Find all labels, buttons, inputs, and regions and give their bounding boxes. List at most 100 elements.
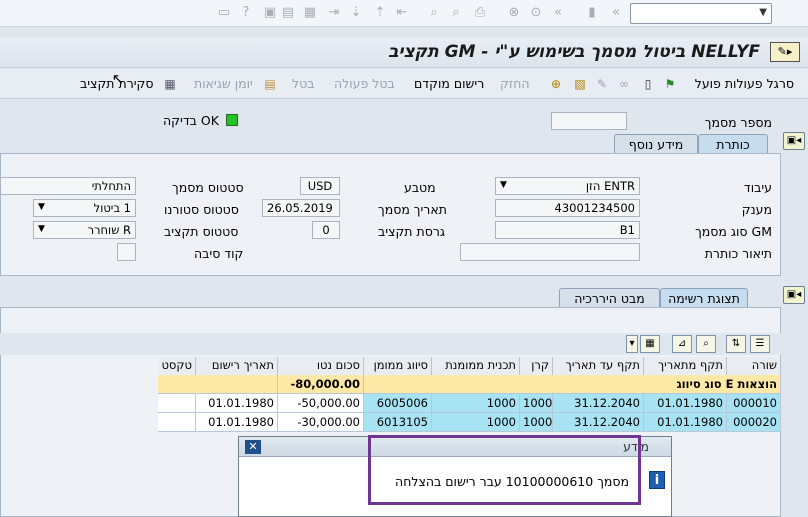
col-sponsored-program[interactable]: תכנית ממומנת bbox=[432, 357, 520, 375]
row1-text[interactable] bbox=[158, 394, 196, 413]
row2-fund[interactable]: 1000 bbox=[520, 413, 553, 432]
budget-status-select[interactable]: R שוחרר ▼ bbox=[33, 221, 136, 239]
mouse-cursor-icon: ↖ bbox=[111, 70, 125, 88]
session-icon[interactable]: ▦ bbox=[302, 5, 318, 21]
tab-additional-info[interactable]: מידע נוסף bbox=[614, 134, 698, 154]
chevron-down-icon[interactable]: ▼ bbox=[500, 180, 507, 190]
find-icon[interactable]: ⌕ bbox=[696, 335, 716, 353]
cancel-icon[interactable]: ⊗ bbox=[506, 5, 522, 21]
chevron-down-icon[interactable]: ▼ bbox=[38, 202, 45, 212]
glasses-icon[interactable]: ∞ bbox=[616, 76, 632, 92]
col-line[interactable]: שורה bbox=[727, 357, 781, 375]
group-fill bbox=[158, 375, 278, 394]
flag-icon[interactable]: ⚑ bbox=[662, 76, 678, 92]
back-icon[interactable]: « bbox=[550, 5, 566, 21]
last-page-icon[interactable]: ⇥ bbox=[326, 5, 342, 21]
first-page-icon[interactable]: ⇤ bbox=[394, 5, 410, 21]
copy-icon[interactable]: ▧ bbox=[572, 76, 588, 92]
prev-page-icon[interactable]: ⇡ bbox=[372, 5, 388, 21]
tab-hierarchy-view[interactable]: מבט היררכיה bbox=[559, 288, 660, 308]
grantor-field[interactable]: 43001234500 bbox=[495, 199, 640, 217]
expand-header-icon[interactable]: ▣◂ bbox=[783, 132, 805, 150]
close-icon[interactable]: ✕ bbox=[245, 440, 261, 454]
row1-line[interactable]: 000010 bbox=[727, 394, 781, 413]
row1-fund[interactable]: 1000 bbox=[520, 394, 553, 413]
row1-from[interactable]: 01.01.1980 bbox=[644, 394, 727, 413]
col-valid-from[interactable]: תקף מתאריך bbox=[644, 357, 727, 375]
row1-amount[interactable]: -50,000.00 bbox=[278, 394, 364, 413]
doc-type-field[interactable]: B1 bbox=[495, 221, 640, 239]
pencil-icon[interactable]: ✎ bbox=[594, 76, 610, 92]
col-net-amount[interactable]: סכום נטו bbox=[278, 357, 364, 375]
filter-icon[interactable]: ⊿ bbox=[672, 335, 692, 353]
row2-to[interactable]: 31.12.2040 bbox=[553, 413, 644, 432]
tab-list-view[interactable]: תצוגת רשימה bbox=[660, 288, 748, 308]
status-ok-icon bbox=[226, 114, 238, 126]
doc-status-field[interactable]: התחלתי bbox=[0, 177, 136, 195]
cancel-button[interactable]: בטל bbox=[292, 76, 314, 91]
col-posting-date[interactable]: תאריך רישום bbox=[196, 357, 278, 375]
layout-icon[interactable]: ▣ bbox=[262, 5, 278, 21]
transaction-icon[interactable]: ✎▸ bbox=[770, 42, 800, 62]
col-valid-to[interactable]: תקף עד תאריך bbox=[553, 357, 644, 375]
park-button[interactable]: רישום מוקדם bbox=[414, 76, 484, 91]
hold-icon[interactable]: ⊕ bbox=[548, 76, 564, 92]
page-title: תקציב GM - ביטול מסמך בשימוש ע"י NELLYF bbox=[388, 42, 760, 62]
doc-date-field[interactable]: 26.05.2019 bbox=[262, 199, 340, 217]
row1-posting[interactable]: 01.01.1980 bbox=[196, 394, 278, 413]
row2-text[interactable] bbox=[158, 413, 196, 432]
doc-type-label: סוג מסמך GM bbox=[695, 224, 772, 239]
window-icon[interactable]: ▤ bbox=[280, 5, 296, 21]
currency-field[interactable]: USD bbox=[300, 177, 340, 195]
row1-class[interactable]: 6005006 bbox=[364, 394, 432, 413]
find-icon[interactable]: ⌕ bbox=[448, 5, 464, 21]
budget-version-field[interactable]: 0 bbox=[312, 221, 340, 239]
header-desc-field[interactable] bbox=[460, 243, 640, 261]
col-sponsored-class[interactable]: סיווג ממומן bbox=[364, 357, 432, 375]
tab-header[interactable]: כותרת bbox=[698, 134, 768, 154]
hold-button[interactable]: החזק bbox=[500, 76, 530, 91]
grid-toolbar: ☰ ⇅ ⌕ ⊿ ▦ ▾ bbox=[0, 333, 781, 355]
undo-action-button[interactable]: בטל פעולה bbox=[334, 76, 395, 91]
print-icon[interactable]: ⎙ bbox=[472, 5, 488, 21]
save-icon[interactable]: ▮ bbox=[584, 5, 600, 21]
col-fund[interactable]: קרן bbox=[520, 357, 553, 375]
detail-icon[interactable]: ☰ bbox=[750, 335, 770, 353]
row1-to[interactable]: 31.12.2040 bbox=[553, 394, 644, 413]
chevron-left-icon[interactable]: « bbox=[608, 5, 624, 21]
currency-label: מטבע bbox=[404, 180, 436, 195]
sort-icon[interactable]: ⇅ bbox=[726, 335, 746, 353]
reason-code-field[interactable] bbox=[117, 243, 136, 261]
chevron-down-icon[interactable]: ▼ bbox=[38, 224, 45, 234]
reversal-status-value: 1 ביטול bbox=[93, 201, 131, 215]
row2-class[interactable]: 6013105 bbox=[364, 413, 432, 432]
layout-icon[interactable]: ▦ bbox=[640, 335, 660, 353]
doc-icon[interactable]: ▯ bbox=[640, 76, 656, 92]
title-bar: ✎▸ תקציב GM - ביטול מסמך בשימוש ע"י NELL… bbox=[0, 37, 808, 68]
row1-program[interactable]: 1000 bbox=[432, 394, 520, 413]
group-amount[interactable]: -80,000.00 bbox=[278, 375, 364, 394]
system-toolbar: ▭ ? ▣ ▤ ▦ ⇥ ⇣ ⇡ ⇤ ⌕ ⌕ ⎙ ⊗ ⊙ « ▮ « ▼ bbox=[0, 0, 808, 27]
monitor-icon[interactable]: ▭ bbox=[216, 5, 232, 21]
chevron-down-icon[interactable]: ▼ bbox=[759, 7, 767, 18]
next-page-icon[interactable]: ⇣ bbox=[348, 5, 364, 21]
group-label[interactable]: סוג סיווג E הוצאות bbox=[364, 375, 781, 394]
row2-from[interactable]: 01.01.1980 bbox=[644, 413, 727, 432]
doc-number-field[interactable] bbox=[551, 112, 627, 130]
row2-line[interactable]: 000020 bbox=[727, 413, 781, 432]
col-text[interactable]: טקסט bbox=[158, 357, 196, 375]
row2-posting[interactable]: 01.01.1980 bbox=[196, 413, 278, 432]
error-log-button[interactable]: יומן שגיאות bbox=[194, 76, 253, 91]
chevron-down-icon[interactable]: ▾ bbox=[626, 335, 638, 353]
exit-icon[interactable]: ⊙ bbox=[528, 5, 544, 21]
find-next-icon[interactable]: ⌕ bbox=[426, 5, 442, 21]
toggle-actions-button[interactable]: סרגל פעולות פועל bbox=[695, 76, 794, 91]
row2-amount[interactable]: -30,000.00 bbox=[278, 413, 364, 432]
expand-list-icon[interactable]: ▣◂ bbox=[783, 286, 805, 304]
help-icon[interactable]: ? bbox=[238, 5, 254, 21]
processing-select[interactable]: ENTR הזן ▼ bbox=[495, 177, 640, 195]
command-field[interactable]: ▼ bbox=[630, 3, 772, 24]
row2-program[interactable]: 1000 bbox=[432, 413, 520, 432]
budget-overview-icon: ▦ bbox=[164, 77, 176, 91]
reversal-status-select[interactable]: 1 ביטול ▼ bbox=[33, 199, 136, 217]
